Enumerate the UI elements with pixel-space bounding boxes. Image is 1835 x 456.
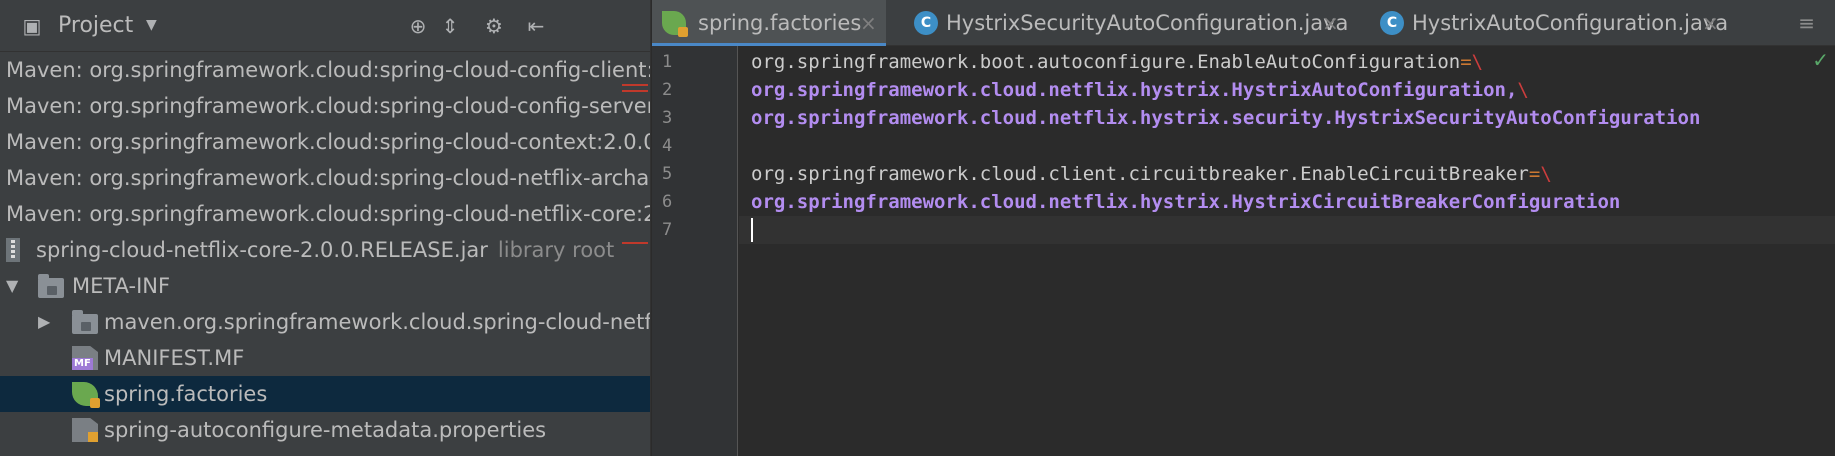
error-stripe-mark [622, 242, 648, 244]
tab-label: HystrixSecurityAutoConfiguration.java [946, 11, 1349, 35]
tab-label: HystrixAutoConfiguration.java [1412, 11, 1729, 35]
line-number: 3 [662, 108, 673, 128]
line-number: 5 [662, 164, 673, 184]
tree-item-maven[interactable]: Maven: org.springframework.cloud:spring-… [0, 160, 650, 196]
tree-item-label: Maven: org.springframework.cloud:spring-… [6, 202, 650, 226]
project-view-icon[interactable]: ▣ [20, 14, 44, 38]
property-value: org.springframework.cloud.netflix.hystri… [751, 107, 1701, 129]
tree-item-label: maven.org.springframework.cloud.spring-c… [104, 310, 650, 334]
library-root-label: library root [497, 238, 615, 262]
code-line[interactable] [739, 132, 1835, 160]
tree-item-spring-factories[interactable]: spring.factories [0, 376, 650, 412]
tree-item-label: Maven: org.springframework.cloud:spring-… [6, 130, 650, 154]
tab-hystrix-security[interactable]: C HystrixSecurityAutoConfiguration.java … [908, 0, 1348, 46]
spring-leaf-icon [662, 11, 688, 37]
folder-icon [38, 274, 64, 298]
project-tool-window: ▣ Project ▼ ⊕ ⇕ ⚙ ⇤ Maven: org.springfra… [0, 0, 650, 456]
tree-item-label: spring.factories [104, 382, 268, 406]
inspection-ok-icon[interactable]: ✓ [1812, 48, 1829, 72]
tree-item-jar[interactable]: spring-cloud-netflix-core-2.0.0.RELEASE.… [0, 232, 650, 268]
tree-item-label: Maven: org.springframework.cloud:spring-… [6, 58, 650, 82]
code-line[interactable]: org.springframework.cloud.netflix.hystri… [739, 188, 1835, 216]
text-caret [751, 218, 753, 242]
tree-item-maven[interactable]: Maven: org.springframework.cloud:spring-… [0, 88, 650, 124]
chevron-down-icon[interactable]: ▼ [146, 17, 157, 33]
line-continuation: \ [1517, 79, 1529, 101]
class-icon: C [1380, 11, 1404, 35]
line-number: 6 [662, 192, 673, 212]
properties-file-icon [72, 418, 98, 442]
line-continuation: \ [1471, 51, 1484, 73]
tree-item-label: spring-cloud-netflix-core-2.0.0.RELEASE.… [36, 238, 488, 262]
collapse-icon[interactable]: ⇕ [438, 14, 462, 38]
manifest-file-icon: MF [72, 346, 98, 370]
code-line[interactable]: org.springframework.boot.autoconfigure.E… [739, 48, 1835, 76]
folder-icon [72, 310, 98, 334]
tree-item-maven-folder[interactable]: ▶ maven.org.springframework.cloud.spring… [0, 304, 650, 340]
tree-item-label: META-INF [72, 274, 171, 298]
gear-icon[interactable]: ⚙ [482, 14, 506, 38]
error-stripe-mark [622, 84, 648, 86]
tree-item-maven[interactable]: Maven: org.springframework.cloud:spring-… [0, 52, 650, 88]
close-icon[interactable]: × [1702, 0, 1719, 46]
property-key: org.springframework.cloud.client.circuit… [751, 163, 1529, 185]
tab-hystrix-auto[interactable]: C HystrixAutoConfiguration.java × [1374, 0, 1728, 46]
property-value: org.springframework.cloud.netflix.hystri… [751, 79, 1518, 101]
class-icon: C [914, 11, 938, 35]
expand-arrow-icon[interactable]: ▼ [6, 268, 18, 304]
line-number: 7 [662, 220, 673, 240]
editor-area: spring.factories × C HystrixSecurityAuto… [652, 0, 1835, 456]
line-number-gutter: 1 2 3 4 5 6 7 [652, 46, 738, 456]
line-number: 2 [662, 80, 673, 100]
project-title[interactable]: Project [58, 14, 133, 38]
tree-item-manifest[interactable]: MF MANIFEST.MF [0, 340, 650, 376]
assign-operator: = [1460, 51, 1472, 73]
jar-icon [6, 238, 20, 262]
tab-list-icon[interactable]: ≡ [1798, 0, 1815, 46]
tree-item-meta-inf[interactable]: ▼ META-INF [0, 268, 650, 304]
tree-item-label-group: spring-cloud-netflix-core-2.0.0.RELEASE.… [36, 232, 614, 268]
tree-item-maven[interactable]: Maven: org.springframework.cloud:spring-… [0, 196, 650, 232]
assign-operator: = [1528, 163, 1541, 185]
tree-item-label: Maven: org.springframework.cloud:spring-… [6, 166, 650, 190]
code-line[interactable]: org.springframework.cloud.netflix.hystri… [739, 104, 1835, 132]
code-line[interactable]: org.springframework.cloud.netflix.hystri… [739, 76, 1835, 104]
code-editor[interactable]: org.springframework.boot.autoconfigure.E… [739, 46, 1835, 456]
tree-item-label: Maven: org.springframework.cloud:spring-… [6, 94, 650, 118]
error-stripe-mark [622, 90, 648, 92]
tree-item-maven[interactable]: Maven: org.springframework.cloud:spring-… [0, 124, 650, 160]
editor-tab-bar: spring.factories × C HystrixSecurityAuto… [652, 0, 1835, 46]
code-line-current[interactable] [739, 216, 1835, 244]
code-line[interactable]: org.springframework.cloud.client.circuit… [739, 160, 1835, 188]
project-tree: Maven: org.springframework.cloud:spring-… [0, 52, 650, 456]
tree-item-label: MANIFEST.MF [104, 346, 245, 370]
line-number: 4 [662, 136, 673, 156]
hide-icon[interactable]: ⇤ [524, 14, 548, 38]
tree-item-properties[interactable]: spring-autoconfigure-metadata.properties [0, 412, 650, 448]
spring-leaf-icon [72, 382, 100, 408]
project-header: ▣ Project ▼ ⊕ ⇕ ⚙ ⇤ [0, 0, 650, 52]
collapse-arrow-icon[interactable]: ▶ [38, 304, 50, 340]
tab-label: spring.factories [698, 11, 862, 35]
close-icon[interactable]: × [860, 0, 877, 46]
line-number: 1 [662, 52, 673, 72]
tab-spring-factories[interactable]: spring.factories × [652, 0, 886, 46]
mf-badge: MF [72, 358, 93, 370]
line-continuation: \ [1540, 163, 1552, 185]
close-icon[interactable]: × [1322, 0, 1339, 46]
property-value: org.springframework.cloud.netflix.hystri… [751, 191, 1621, 213]
locate-icon[interactable]: ⊕ [406, 14, 430, 38]
tree-item-label: spring-autoconfigure-metadata.properties [104, 418, 547, 442]
property-key: org.springframework.boot.autoconfigure.E… [751, 51, 1461, 73]
